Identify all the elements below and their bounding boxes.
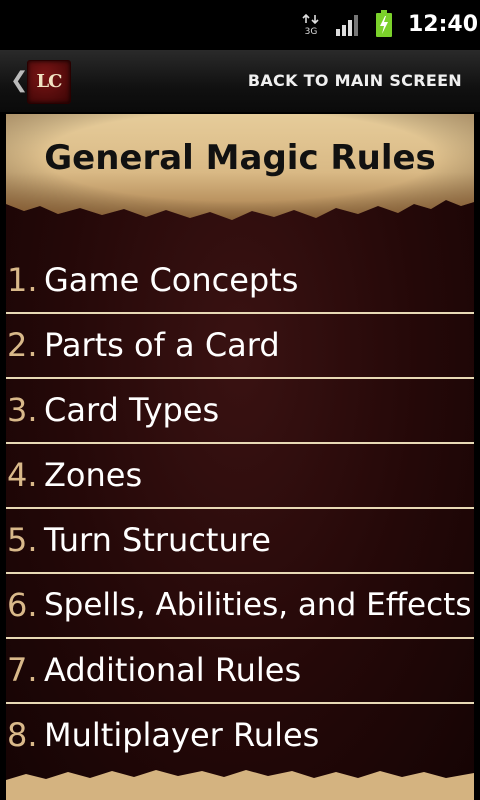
- rule-number: 3.: [7, 391, 38, 429]
- network-type-label: 3G: [304, 27, 318, 37]
- rule-item-parts-of-a-card[interactable]: 2. Parts of a Card: [6, 314, 474, 379]
- rule-number: 5.: [7, 521, 38, 559]
- rule-item-spells-abilities-effects[interactable]: 6. Spells, Abilities, and Effects: [6, 574, 474, 639]
- rule-item-zones[interactable]: 4. Zones: [6, 444, 474, 509]
- battery-charging-icon: [375, 10, 393, 42]
- back-to-main-screen-button[interactable]: BACK TO MAIN SCREEN: [248, 50, 462, 112]
- rule-number: 7.: [7, 651, 38, 689]
- rule-label: Zones: [44, 456, 143, 494]
- rule-label: Game Concepts: [44, 261, 299, 299]
- rule-label: Multiplayer Rules: [44, 716, 320, 754]
- rule-item-additional-rules[interactable]: 7. Additional Rules: [6, 639, 474, 704]
- rule-number: 4.: [7, 456, 38, 494]
- rule-number: 2.: [7, 326, 38, 364]
- rule-item-multiplayer-rules[interactable]: 8. Multiplayer Rules: [6, 704, 474, 769]
- status-bar: 3G 12:40: [0, 0, 480, 50]
- rule-label: Card Types: [44, 391, 220, 429]
- rule-label: Spells, Abilities, and Effects: [44, 587, 472, 623]
- title-banner: General Magic Rules: [6, 114, 474, 229]
- rules-list: 1. Game Concepts 2. Parts of a Card 3. C…: [6, 249, 474, 769]
- page-title: General Magic Rules: [44, 138, 436, 178]
- rules-content: General Magic Rules 1. Game Concepts 2. …: [6, 114, 474, 800]
- data-transfer-icon: 3G: [300, 13, 322, 37]
- rule-label: Parts of a Card: [44, 326, 280, 364]
- chevron-left-icon[interactable]: ❮: [10, 68, 28, 94]
- rule-item-game-concepts[interactable]: 1. Game Concepts: [6, 249, 474, 314]
- rule-item-turn-structure[interactable]: 5. Turn Structure: [6, 509, 474, 574]
- rule-number: 1.: [7, 261, 38, 299]
- app-logo-text: LC: [36, 71, 63, 92]
- action-bar: ❮ LC BACK TO MAIN SCREEN: [0, 50, 480, 114]
- bottom-parchment-edge: [6, 766, 474, 800]
- rule-number: 8.: [7, 716, 38, 754]
- status-clock: 12:40: [408, 12, 479, 37]
- rule-label: Additional Rules: [44, 651, 302, 689]
- app-logo[interactable]: LC: [27, 60, 71, 104]
- rule-item-card-types[interactable]: 3. Card Types: [6, 379, 474, 444]
- rule-number: 6.: [7, 586, 38, 624]
- signal-strength-icon: [336, 14, 360, 40]
- rule-label: Turn Structure: [44, 521, 271, 559]
